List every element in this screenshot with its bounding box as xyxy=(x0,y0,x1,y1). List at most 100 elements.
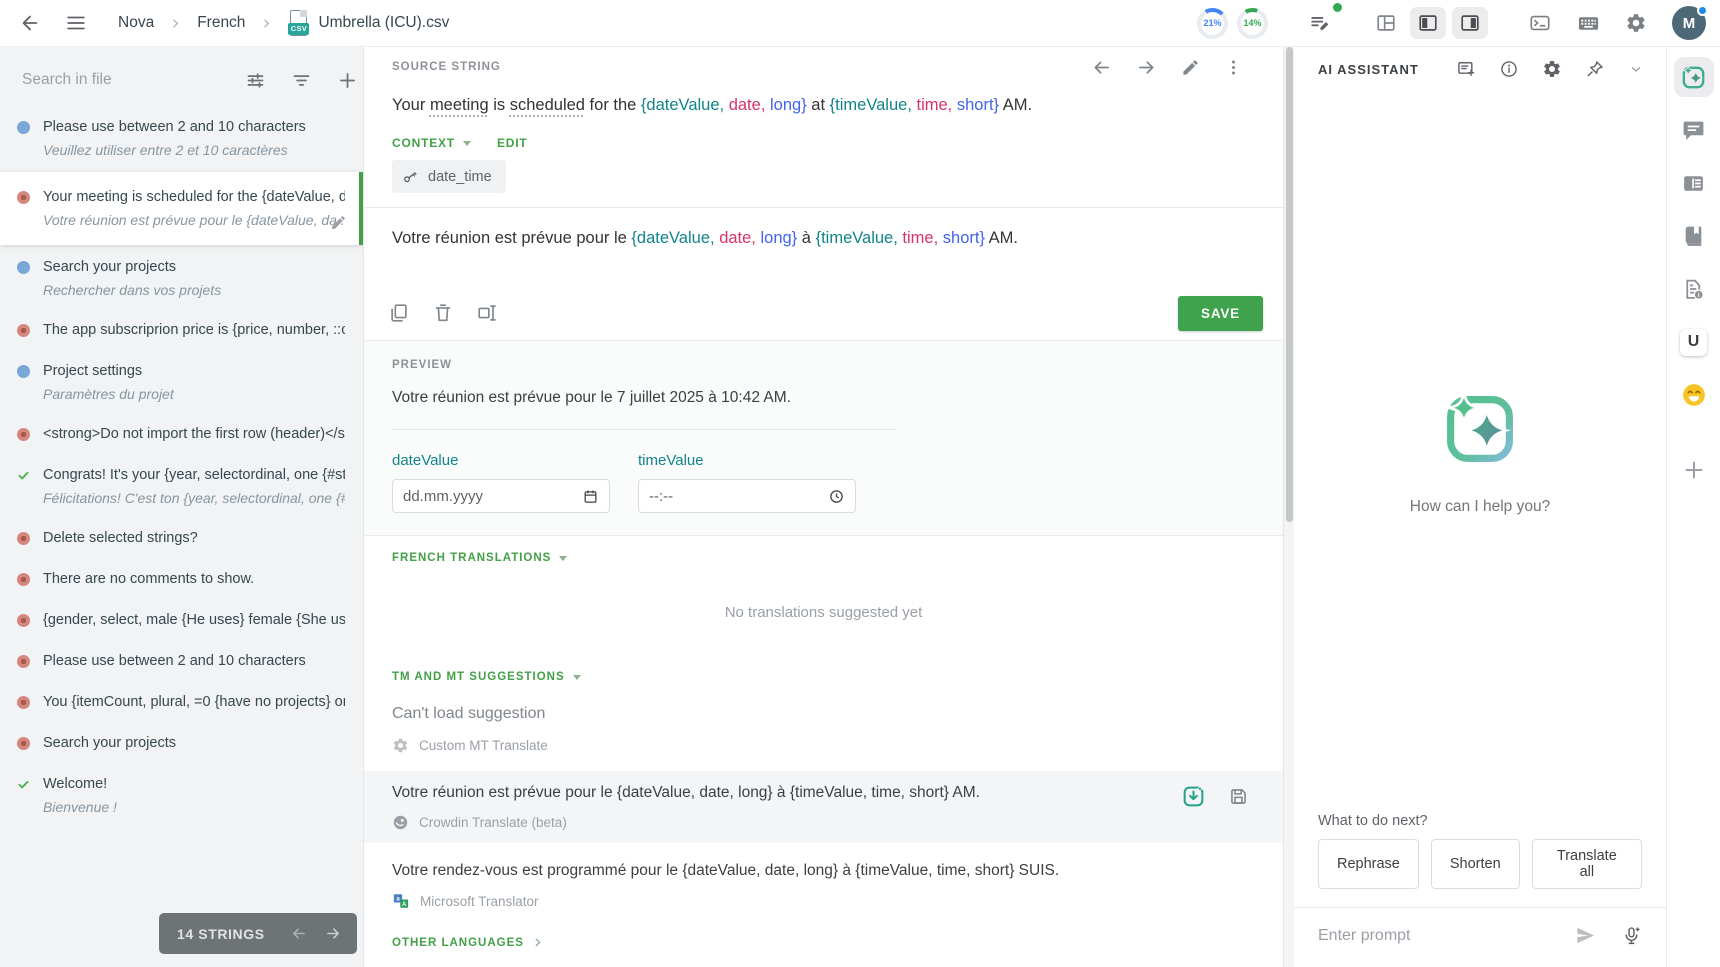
advanced-filter-button[interactable] xyxy=(242,67,268,93)
console-button[interactable] xyxy=(1522,5,1558,41)
suggestion-text: Votre réunion est prévue pour le {dateVa… xyxy=(392,784,1255,802)
no-translations-message: No translations suggested yet xyxy=(392,604,1255,621)
string-list-item[interactable]: Search your projects Rechercher dans vos… xyxy=(0,247,363,310)
insert-suggestion-button[interactable] xyxy=(1181,784,1206,809)
menu-button[interactable] xyxy=(58,5,94,41)
copy-source-button[interactable] xyxy=(388,302,410,324)
tab-comments[interactable] xyxy=(1674,110,1714,150)
tab-ai-assistant[interactable] xyxy=(1674,57,1714,97)
string-list-item[interactable]: Welcome! Bienvenue ! xyxy=(0,764,363,827)
edit-context-button[interactable]: EDIT xyxy=(497,136,528,150)
other-languages-toggle[interactable]: OTHER LANGUAGES xyxy=(364,922,572,967)
string-list-item[interactable]: {gender, select, male {He uses} female {… xyxy=(0,600,363,641)
chevron-down-icon xyxy=(463,141,471,146)
next-source-button[interactable] xyxy=(1136,57,1157,78)
tab-emoji-app[interactable] xyxy=(1674,375,1714,415)
string-list-item[interactable]: Project settings Paramètres du projet xyxy=(0,351,363,414)
send-prompt-button[interactable] xyxy=(1574,924,1597,947)
search-input[interactable] xyxy=(22,71,222,89)
suggestion-provider: Custom MT Translate xyxy=(364,737,1283,754)
save-button[interactable]: SAVE xyxy=(1178,296,1263,331)
tm-suggestions-toggle[interactable]: TM AND MT SUGGESTIONS xyxy=(392,671,581,683)
add-app-button[interactable] xyxy=(1674,450,1714,490)
edit-list-icon xyxy=(1309,12,1331,34)
ai-action-rephrase[interactable]: Rephrase xyxy=(1318,839,1419,889)
kebab-menu-icon xyxy=(1224,58,1243,77)
info-button[interactable] xyxy=(1499,59,1519,79)
user-avatar[interactable]: M xyxy=(1672,6,1706,40)
tab-context[interactable] xyxy=(1674,163,1714,203)
ai-action-shorten[interactable]: Shorten xyxy=(1431,839,1520,889)
string-source-text: Your meeting is scheduled for the {dateV… xyxy=(43,186,345,209)
collapse-panel-button[interactable] xyxy=(1628,61,1644,77)
string-status-icon xyxy=(17,573,30,586)
string-list-item[interactable]: Please use between 2 and 10 characters xyxy=(0,641,363,682)
book-bookmark-icon xyxy=(1681,224,1706,249)
tab-file-info[interactable]: i xyxy=(1674,269,1714,309)
keyboard-shortcuts-button[interactable] xyxy=(1570,5,1606,41)
ai-action-translate-all[interactable]: Translate all xyxy=(1532,839,1642,889)
settings-button[interactable] xyxy=(1618,5,1654,41)
filter-button[interactable] xyxy=(288,67,314,93)
string-list-item[interactable]: Congrats! It's your {year, selectordinal… xyxy=(0,455,363,518)
string-translation-text: Rechercher dans vos projets xyxy=(43,279,345,301)
clear-translation-button[interactable] xyxy=(432,302,454,324)
tm-suggestion-row[interactable]: Votre rendez-vous est programmé pour le … xyxy=(364,849,1283,922)
add-string-button[interactable] xyxy=(334,67,360,93)
breadcrumb-file[interactable]: CSV Umbrella (ICU).csv xyxy=(288,10,449,36)
string-key-chip[interactable]: date_time xyxy=(392,160,506,193)
date-value-input[interactable]: dd.mm.yyyy xyxy=(392,479,610,513)
progress-value: 14% xyxy=(1243,18,1261,28)
tab-glossary[interactable] xyxy=(1674,216,1714,256)
breadcrumb-language[interactable]: French xyxy=(197,14,245,32)
more-options-button[interactable] xyxy=(1224,58,1243,77)
chevron-down-icon xyxy=(1628,61,1644,77)
edit-pencil-icon[interactable] xyxy=(330,214,347,231)
previous-source-button[interactable] xyxy=(1091,57,1112,78)
translation-editor[interactable]: Votre réunion est prévue pour le {dateVa… xyxy=(364,208,1283,287)
string-list-item[interactable]: <strong>Do not import the first row (hea… xyxy=(0,414,363,455)
ai-settings-button[interactable] xyxy=(1542,59,1562,79)
string-list-item[interactable]: You {itemCount, plural, =0 {have no proj… xyxy=(0,682,363,723)
layout-left-panel-button[interactable] xyxy=(1410,7,1446,39)
unpin-panel-button[interactable] xyxy=(1585,59,1605,79)
clock-icon[interactable] xyxy=(828,488,845,505)
next-string-button[interactable] xyxy=(324,924,343,943)
translated-progress-ring[interactable]: 21% xyxy=(1197,8,1228,39)
svg-text:i: i xyxy=(1698,292,1700,299)
previous-string-button[interactable] xyxy=(289,924,308,943)
approved-progress-ring[interactable]: 14% xyxy=(1237,8,1268,39)
ai-prompt-input[interactable] xyxy=(1318,927,1550,945)
strings-count-label: 14 STRINGS xyxy=(177,926,273,942)
new-conversation-button[interactable] xyxy=(1456,59,1476,79)
voice-input-button[interactable] xyxy=(1621,925,1642,946)
back-button[interactable] xyxy=(12,5,48,41)
preview-section: PREVIEW Votre réunion est prévue pour le… xyxy=(364,340,1283,536)
string-list-item[interactable]: The app subscriprion price is {price, nu… xyxy=(0,310,363,351)
scrollbar-thumb[interactable] xyxy=(1286,47,1293,522)
breadcrumb-project[interactable]: Nova xyxy=(118,14,154,32)
edit-source-button[interactable] xyxy=(1181,58,1200,77)
string-list-item[interactable]: Please use between 2 and 10 characters V… xyxy=(0,107,363,170)
proofread-mode-button[interactable] xyxy=(1302,5,1338,41)
save-suggestion-button[interactable] xyxy=(1228,786,1249,807)
info-icon xyxy=(1499,59,1519,79)
context-toggle[interactable]: CONTEXT xyxy=(392,136,471,150)
string-list-item[interactable]: Delete selected strings? xyxy=(0,518,363,559)
calendar-icon[interactable] xyxy=(582,488,599,505)
chevron-down-icon xyxy=(559,556,567,561)
string-list-item[interactable]: Your meeting is scheduled for the {dateV… xyxy=(0,172,363,245)
tab-uservoice-app[interactable]: U xyxy=(1674,322,1714,362)
french-translations-toggle[interactable]: FRENCH TRANSLATIONS xyxy=(392,552,567,564)
string-list-item[interactable]: Search your projects xyxy=(0,723,363,764)
string-translation-text: Félicitations! C'est ton {year, selector… xyxy=(43,487,345,509)
string-source-text: Congrats! It's your {year, selectordinal… xyxy=(43,464,345,487)
select-text-button[interactable] xyxy=(476,302,498,324)
status-green-dot xyxy=(1333,3,1342,12)
string-list-item[interactable]: There are no comments to show. xyxy=(0,559,363,600)
tm-suggestion-row[interactable]: Votre réunion est prévue pour le {dateVa… xyxy=(364,771,1283,843)
layout-split-view-button[interactable] xyxy=(1368,7,1404,39)
time-value-input[interactable]: --:-- xyxy=(638,479,856,513)
string-source-text: Please use between 2 and 10 characters xyxy=(43,650,345,673)
layout-right-panel-button[interactable] xyxy=(1452,7,1488,39)
